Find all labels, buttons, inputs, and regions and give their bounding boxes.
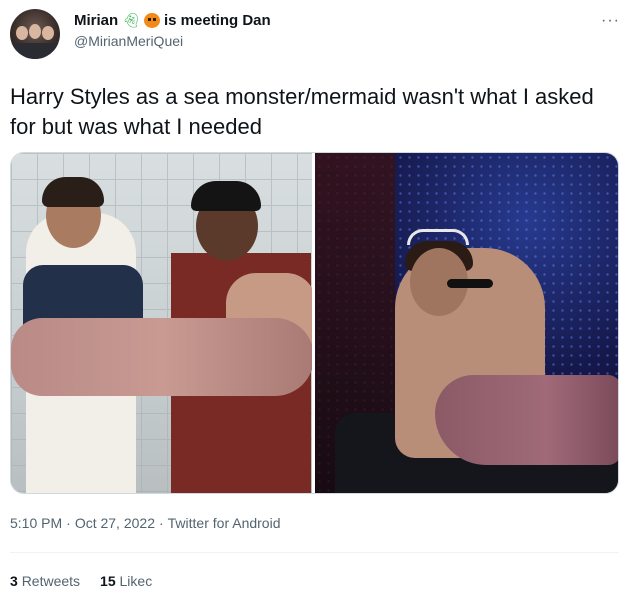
mermaid-tail: [434, 375, 618, 465]
likes-label: Likeс: [119, 573, 153, 589]
retweets-count: 3: [10, 573, 18, 589]
avatar-clothing: [10, 43, 60, 59]
tweet-date[interactable]: Oct 27, 2022: [75, 515, 155, 531]
avatar[interactable]: [10, 9, 60, 59]
divider: [10, 552, 619, 553]
person-right-cap: [191, 181, 261, 211]
pumpkin-emoji-icon: [143, 13, 160, 28]
retweets-label: Retweets: [21, 573, 81, 589]
likes-count: 15: [100, 573, 116, 589]
tweet-text: Harry Styles as a sea monster/mermaid wa…: [10, 84, 594, 139]
person-left-hair: [42, 177, 104, 207]
separator: ·: [158, 515, 164, 531]
mermaid-tail: [11, 318, 312, 396]
person-left-shirt: [23, 265, 143, 325]
tweet-stats: 3 Retweets 15 Likeс: [10, 573, 152, 589]
ghost-emoji-icon: 👻︎: [122, 12, 140, 28]
tiara: [406, 229, 469, 245]
tweet-time[interactable]: 5:10 PM: [10, 515, 62, 531]
author-handle[interactable]: @MirianMeriQuei: [74, 33, 183, 49]
tweet-metadata: 5:10 PM · Oct 27, 2022 · Twitter for And…: [10, 515, 280, 531]
avatar-face-3: [42, 26, 54, 40]
media-photo-1[interactable]: [11, 153, 312, 493]
likes-stat[interactable]: 15 Likeс: [100, 573, 152, 589]
tweet-source[interactable]: Twitter for Android: [168, 515, 281, 531]
more-options-icon[interactable]: ···: [601, 12, 620, 30]
avatar-face-2: [29, 24, 41, 39]
retweets-stat[interactable]: 3 Retweets: [10, 573, 80, 589]
microphone: [446, 279, 493, 288]
avatar-face-1: [16, 26, 28, 40]
separator: ·: [66, 515, 71, 531]
author-display-name[interactable]: Mirian: [74, 12, 118, 29]
author-status: is meeting Dan: [163, 12, 271, 29]
author-name-row: Mirian 👻︎ is meeting Dan: [74, 12, 271, 29]
tweet-media: [10, 152, 619, 494]
media-photo-2[interactable]: [314, 153, 618, 493]
